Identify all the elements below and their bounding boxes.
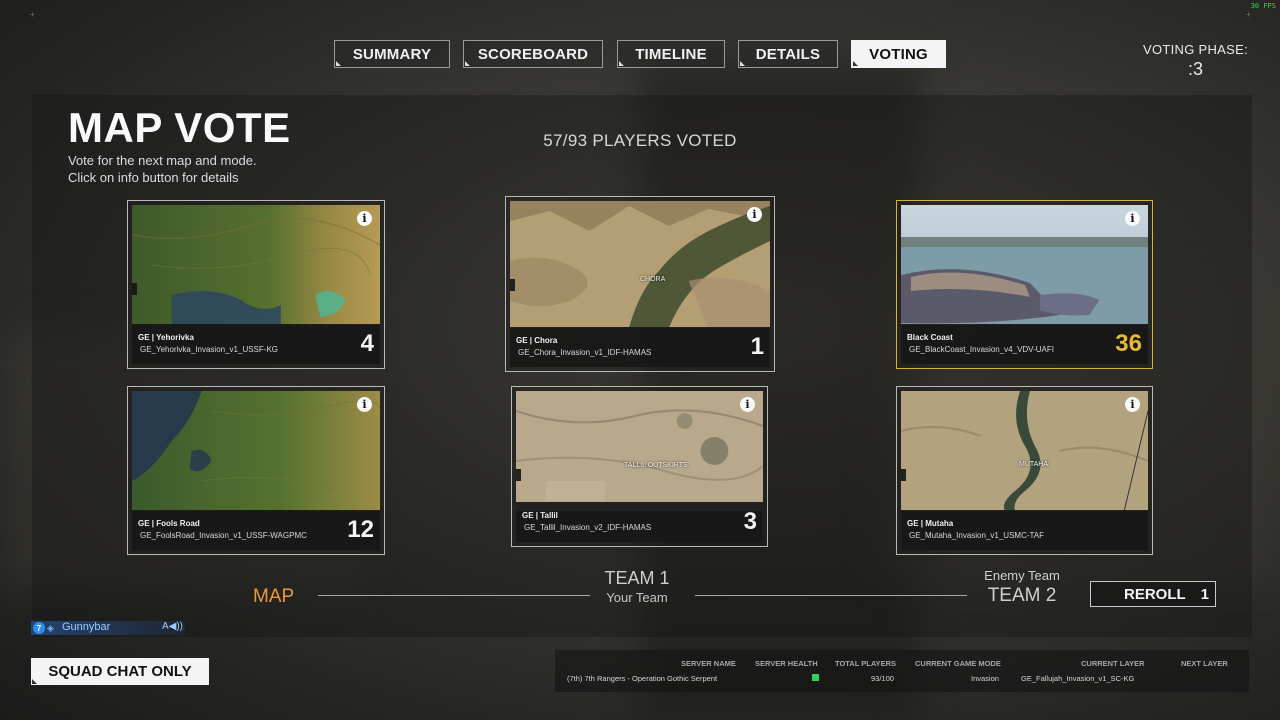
game-mode-value: Invasion [971, 674, 999, 683]
tab-label: DETAILS [755, 45, 821, 63]
info-icon[interactable]: i [1125, 211, 1140, 226]
reroll-button[interactable]: REROLL 1 [1090, 581, 1216, 607]
vote-count: 3 [743, 508, 757, 535]
server-health-header: SERVER HEALTH [755, 659, 818, 668]
map-card-black-coast[interactable]: i Black Coast GE_BlackCoast_Invasion_v4_… [896, 200, 1153, 369]
tab-details[interactable]: DETAILS [738, 40, 838, 68]
server-info-bar: SERVER NAME SERVER HEALTH TOTAL PLAYERS … [555, 650, 1249, 692]
map-card-bar: GE | Mutaha GE_Mutaha_Invasion_v1_USMC-T… [901, 510, 1148, 550]
map-card-yehorivka[interactable]: i GE | Yehorivka GE_Yehorivka_Invasion_v… [127, 200, 385, 369]
tab-summary[interactable]: SUMMARY [334, 40, 450, 68]
map-name: GE | Chora [516, 336, 558, 345]
server-name-header: SERVER NAME [681, 659, 736, 668]
card-side-tab [901, 469, 906, 481]
fps-counter: 30 FPS [1250, 2, 1276, 10]
tab-voting[interactable]: VOTING [851, 40, 946, 68]
map-name: GE | Yehorivka [138, 333, 194, 342]
map-thumbnail [132, 205, 380, 325]
map-name: GE | Tallil [522, 511, 558, 520]
info-icon[interactable]: i [740, 397, 755, 412]
map-card-bar: GE | Fools Road GE_FoolsRoad_Invasion_v1… [132, 510, 380, 550]
map-card-bar: Black Coast GE_BlackCoast_Invasion_v4_VD… [901, 324, 1148, 364]
info-icon[interactable]: i [1125, 397, 1140, 412]
tab-scoreboard[interactable]: SCOREBOARD [463, 40, 603, 68]
team2-label: Enemy Team TEAM 2 [970, 568, 1074, 607]
card-side-tab [516, 469, 521, 481]
speaker-icon: A◀)) [161, 621, 183, 632]
map-card-bar: GE | Chora GE_Chora_Invasion_v1_IDF-HAMA… [510, 327, 770, 367]
map-card-bar: GE | Yehorivka GE_Yehorivka_Invasion_v1_… [132, 324, 380, 364]
voice-speaker-indicator: 7 ◈ Gunnybar A◀)) [31, 621, 185, 635]
server-name-value: (7th) 7th Rangers - Operation Gothic Ser… [567, 674, 718, 683]
players-voted-count: 57/93 PLAYERS VOTED [543, 131, 737, 150]
map-image-label: TALLIL OUTSKIRTS [624, 462, 688, 469]
vote-count: 4 [360, 330, 374, 357]
map-thumbnail [510, 201, 770, 328]
reroll-label: REROLL [1124, 585, 1186, 603]
voting-phase-label: VOTING PHASE: [1142, 42, 1248, 57]
corner-marker: + [1246, 10, 1251, 19]
map-layer: GE_Yehorivka_Invasion_v1_USSF-KG [140, 345, 278, 354]
game-mode-header: CURRENT GAME MODE [915, 659, 1001, 668]
vote-count: 1 [750, 333, 764, 360]
corner-marker: + [30, 10, 35, 19]
voting-phase: VOTING PHASE: :3 [1143, 42, 1248, 80]
role-icon: ◈ [47, 623, 54, 633]
reroll-count: 1 [1200, 585, 1209, 603]
vote-count: 36 [1115, 330, 1142, 357]
map-image-label: CHORA [640, 276, 666, 283]
tab-label: SUMMARY [352, 45, 432, 63]
map-name: GE | Mutaha [907, 519, 954, 528]
card-side-tab [132, 283, 137, 295]
subtitle-line: Vote for the next map and mode. [68, 153, 257, 168]
map-thumbnail [901, 205, 1148, 325]
tab-label: SCOREBOARD [477, 45, 589, 63]
subtitle-line: Click on info button for details [68, 170, 239, 185]
server-health-indicator [812, 674, 819, 681]
voting-phase-timer: :3 [1187, 59, 1203, 79]
map-thumbnail [516, 391, 763, 511]
map-card-bar: GE | Tallil GE_Tallil_Invasion_v2_IDF-HA… [516, 502, 763, 542]
map-layer: GE_Mutaha_Invasion_v1_USMC-TAF [909, 531, 1045, 540]
tab-label: TIMELINE [635, 45, 707, 63]
map-card-fools-road[interactable]: i GE | Fools Road GE_FoolsRoad_Invasion_… [127, 386, 385, 555]
map-layer: GE_BlackCoast_Invasion_v4_VDV-UAFI [909, 345, 1054, 354]
map-layer: GE_Tallil_Invasion_v2_IDF-HAMAS [524, 523, 652, 532]
map-thumbnail [132, 391, 380, 511]
current-layer-header: CURRENT LAYER [1081, 659, 1145, 668]
total-players-value: 93/100 [871, 674, 894, 683]
map-name: Black Coast [907, 333, 953, 342]
map-card-chora[interactable]: CHORA i GE | Chora GE_Chora_Invasion_v1_… [505, 196, 775, 372]
team1-name: TEAM 1 [604, 568, 670, 588]
map-thumbnail [901, 391, 1148, 511]
map-layer: GE_Chora_Invasion_v1_IDF-HAMAS [518, 348, 652, 357]
info-icon[interactable]: i [357, 211, 372, 226]
total-players-header: TOTAL PLAYERS [835, 659, 896, 668]
info-icon[interactable]: i [357, 397, 372, 412]
squad-chat-label: SQUAD CHAT ONLY [48, 663, 192, 680]
team1-label: TEAM 1 Your Team [0, 568, 1274, 605]
speaker-name: Gunnybar [62, 621, 111, 633]
enemy-team-label: Enemy Team [984, 568, 1060, 583]
tab-timeline[interactable]: TIMELINE [617, 40, 725, 68]
divider [695, 595, 967, 596]
team2-name: TEAM 2 [987, 585, 1057, 606]
map-image-label: MUTAHA [1019, 461, 1049, 468]
page-subtitle: Vote for the next map and mode. Click on… [68, 152, 257, 186]
squad-chat-only-button[interactable]: SQUAD CHAT ONLY [31, 658, 209, 685]
current-layer-value: GE_Fallujah_Invasion_v1_SC-KG [1021, 674, 1135, 683]
map-layer: GE_FoolsRoad_Invasion_v1_USSF-WAGPMC [140, 531, 307, 540]
card-side-tab [510, 279, 515, 291]
next-layer-header: NEXT LAYER [1181, 659, 1228, 668]
vote-count: 12 [347, 516, 374, 543]
map-name: GE | Fools Road [138, 519, 200, 528]
map-card-tallil[interactable]: TALLIL OUTSKIRTS i GE | Tallil GE_Tallil… [511, 386, 768, 547]
info-icon[interactable]: i [747, 207, 762, 222]
tab-label: VOTING [869, 45, 928, 63]
team1-sub: Your Team [606, 590, 668, 605]
squad-number-badge: 7 [33, 622, 45, 634]
map-card-mutaha[interactable]: MUTAHA i GE | Mutaha GE_Mutaha_Invasion_… [896, 386, 1153, 555]
